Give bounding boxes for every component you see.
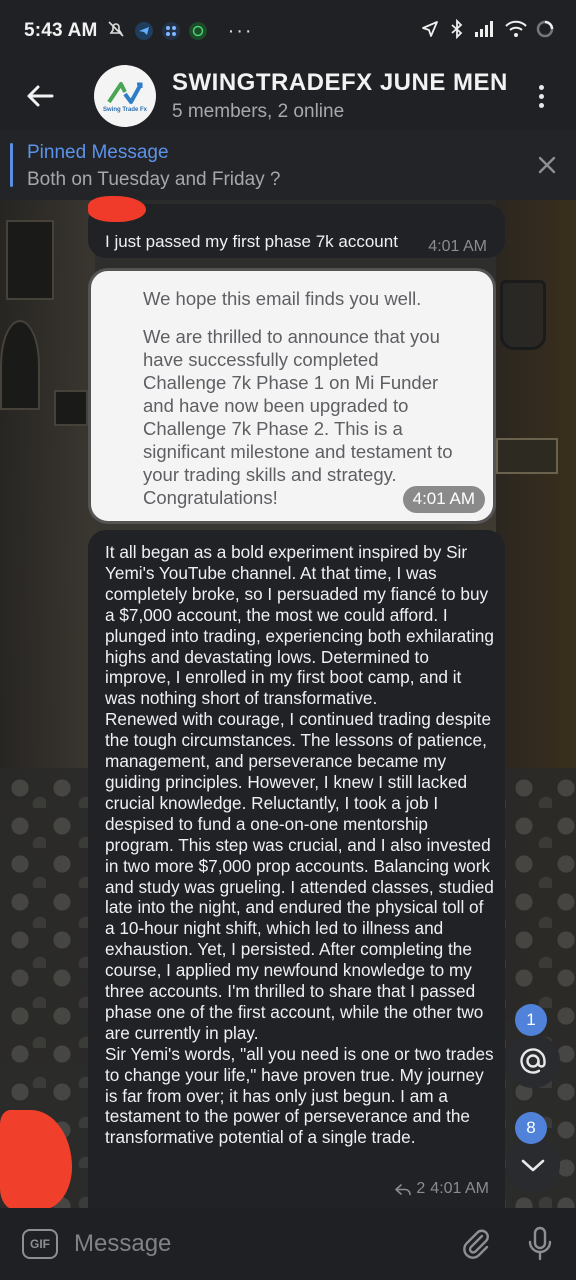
avatar-logo-text: Swing Trade Fx [102,106,147,113]
more-notifications-icon: ··· [227,19,254,42]
dot-icon [538,102,544,108]
microphone-icon [528,1226,552,1261]
bluetooth-icon [449,18,465,44]
wifi-icon [505,20,527,43]
signal-icon [474,20,496,43]
wallpaper-window [0,320,40,410]
at-sign-icon [520,1048,546,1074]
voice-message-button[interactable] [526,1226,554,1267]
telegram-notif-icon [134,22,153,40]
email-body-text: We are thrilled to announce that you hav… [143,326,453,508]
message-time: 4:01 AM [430,1180,489,1198]
reply-icon [395,1183,412,1195]
whatsapp-notif-icon [188,22,207,40]
message-text: It all began as a bold experiment inspir… [105,542,494,1148]
paperclip-icon [463,1229,489,1259]
message-time: 4:01 AM [428,238,487,255]
do-not-disturb-icon [106,19,126,44]
pinned-text: Both on Tuesday and Friday ? [27,169,281,190]
wallpaper-shop-sign [496,438,558,474]
pinned-message-bar[interactable]: Pinned Message Both on Tuesday and Frida… [0,130,576,200]
reply-count: 2 [416,1180,426,1198]
status-system-icons [420,18,554,44]
email-greeting-text: We hope this email finds you well. [143,288,422,309]
redacted-sender-name [88,196,146,222]
forex-logo-icon [107,81,143,104]
group-avatar[interactable]: Swing Trade Fx [94,65,156,127]
back-button[interactable] [0,62,80,130]
message-bubble[interactable]: I just passed my first phase 7k account … [88,196,505,258]
wallpaper-window [6,220,54,300]
attach-button[interactable] [460,1228,492,1265]
unread-badge: 8 [515,1112,547,1144]
message-composer: GIF [0,1208,576,1280]
pinned-title: Pinned Message [27,142,169,163]
status-time: 5:43 AM [24,20,98,41]
battery-icon [536,20,554,43]
status-notification-icons: ··· [106,19,254,44]
message-meta: 2 4:01 AM [395,1179,489,1200]
chat-title: SWINGTRADEFX JUNE MEN [172,69,508,96]
pinned-indicator [10,143,13,187]
chat-member-status: 5 members, 2 online [172,101,345,122]
back-arrow-icon [27,85,54,107]
message-input[interactable] [74,1222,424,1266]
chat-header-info[interactable]: SWINGTRADEFX JUNE MEN 5 members, 2 onlin… [172,69,512,123]
chevron-down-icon [521,1159,545,1172]
more-options-button[interactable] [526,76,556,116]
dot-icon [538,84,544,90]
close-icon [538,156,556,174]
dot-icon [538,93,544,99]
message-text: I just passed my first phase 7k account [105,232,398,251]
message-time: 4:01 AM [402,486,485,513]
wallpaper-street-lamp [500,280,546,350]
app-notif-icon [161,22,180,40]
wallpaper-window [54,390,88,426]
location-icon [420,19,440,44]
status-bar: 5:43 AM ··· [0,0,576,62]
message-image-email-screenshot[interactable]: We hope this email finds you well. We ar… [88,268,496,524]
mentions-badge: 1 [515,1004,547,1036]
mentions-button[interactable] [506,1034,560,1088]
chat-header: Swing Trade Fx SWINGTRADEFX JUNE MEN 5 m… [0,62,576,130]
message-bubble[interactable]: It all began as a bold experiment inspir… [88,530,505,1210]
gif-button[interactable]: GIF [22,1229,58,1259]
scroll-to-bottom-button[interactable] [506,1138,560,1192]
pinned-close-button[interactable] [536,154,558,176]
